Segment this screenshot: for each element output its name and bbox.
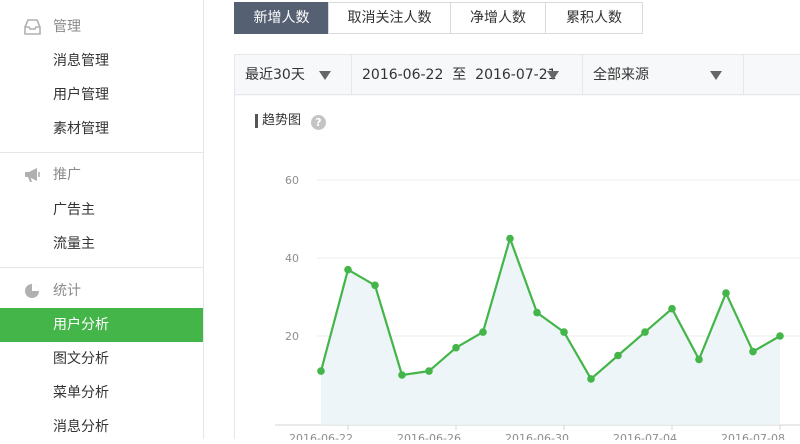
data-point [695,355,703,364]
sidebar-item-advertiser[interactable]: 广告主 [0,193,203,227]
sidebar-item-publisher[interactable]: 流量主 [0,227,203,261]
data-point [344,265,352,274]
y-tick-label: 20 [285,330,299,343]
data-point [398,371,406,379]
source-value: 全部来源 [593,67,649,83]
data-point [452,343,460,352]
pie-chart-icon [24,283,41,299]
data-point [317,367,325,375]
inbox-icon [24,19,41,35]
sidebar-divider [0,152,204,153]
chevron-down-icon [710,71,722,80]
chevron-down-icon [319,71,331,80]
data-point [776,332,784,340]
tab-unfollow-users[interactable]: 取消关注人数 [328,2,451,34]
sidebar-section-label: 推广 [53,167,81,183]
tab-new-users[interactable]: 新增人数 [234,2,329,34]
sidebar-item-user-manage[interactable]: 用户管理 [0,78,203,112]
sidebar-item-material-manage[interactable]: 素材管理 [0,112,203,146]
trend-chart: 2040602016-06-22 2016-06-26 2016-06-30 2016… [275,174,800,440]
period-select[interactable]: 最近30天 [235,55,352,95]
chart-area: 趋势图 ? 20 40 60 2016-06-22 2016-06-26 2016-06-… [235,96,800,440]
data-point [587,375,595,383]
metric-tabs: 新增人数 取消关注人数 净增人数 累积人数 [234,2,643,34]
sidebar-section-label: 统计 [53,283,81,299]
data-point [641,328,649,336]
sidebar-section-label: 管理 [53,19,81,35]
data-point [371,281,379,290]
tab-cumulative-users[interactable]: 累积人数 [545,2,643,34]
data-point [722,289,730,297]
megaphone-icon [24,167,41,183]
stats-panel: 最近30天 2016-06-22 至 2016-07-21 全部来源 趋势图 ?… [234,54,800,440]
data-point [668,304,676,313]
date-range-select[interactable]: 2016-06-22 至 2016-07-21 [352,55,583,95]
y-tick-label: 60 [285,174,299,187]
period-value: 最近30天 [245,67,305,83]
sidebar-item-user-analysis[interactable]: 用户分析 [0,308,203,342]
sidebar-divider [0,267,204,268]
data-point [506,234,514,243]
sidebar-item-article-analysis[interactable]: 图文分析 [0,342,203,376]
sidebar-item-message-manage[interactable]: 消息管理 [0,44,203,78]
sidebar: 管理 消息管理 用户管理 素材管理 推广 广告主 流量主 统计 用户分析 图文分… [0,0,204,439]
main-content: 新增人数 取消关注人数 净增人数 累积人数 最近30天 2016-06-22 至… [204,0,800,440]
sidebar-item-menu-analysis[interactable]: 菜单分析 [0,376,203,410]
date-range-value: 2016-06-22 至 2016-07-21 [362,67,557,83]
data-point [560,328,568,336]
data-point [749,347,757,356]
source-select[interactable]: 全部来源 [583,55,744,95]
data-point [614,351,622,360]
sidebar-section-stats: 统计 [0,274,204,308]
filter-bar: 最近30天 2016-06-22 至 2016-07-21 全部来源 [235,55,800,95]
data-point [479,328,487,336]
data-point [425,367,433,375]
tab-net-growth[interactable]: 净增人数 [450,2,546,34]
sidebar-section-manage: 管理 [0,10,204,44]
sidebar-section-promote: 推广 [0,158,204,192]
data-point [533,308,541,317]
y-tick-label: 40 [285,252,299,265]
chevron-down-icon [547,71,559,80]
